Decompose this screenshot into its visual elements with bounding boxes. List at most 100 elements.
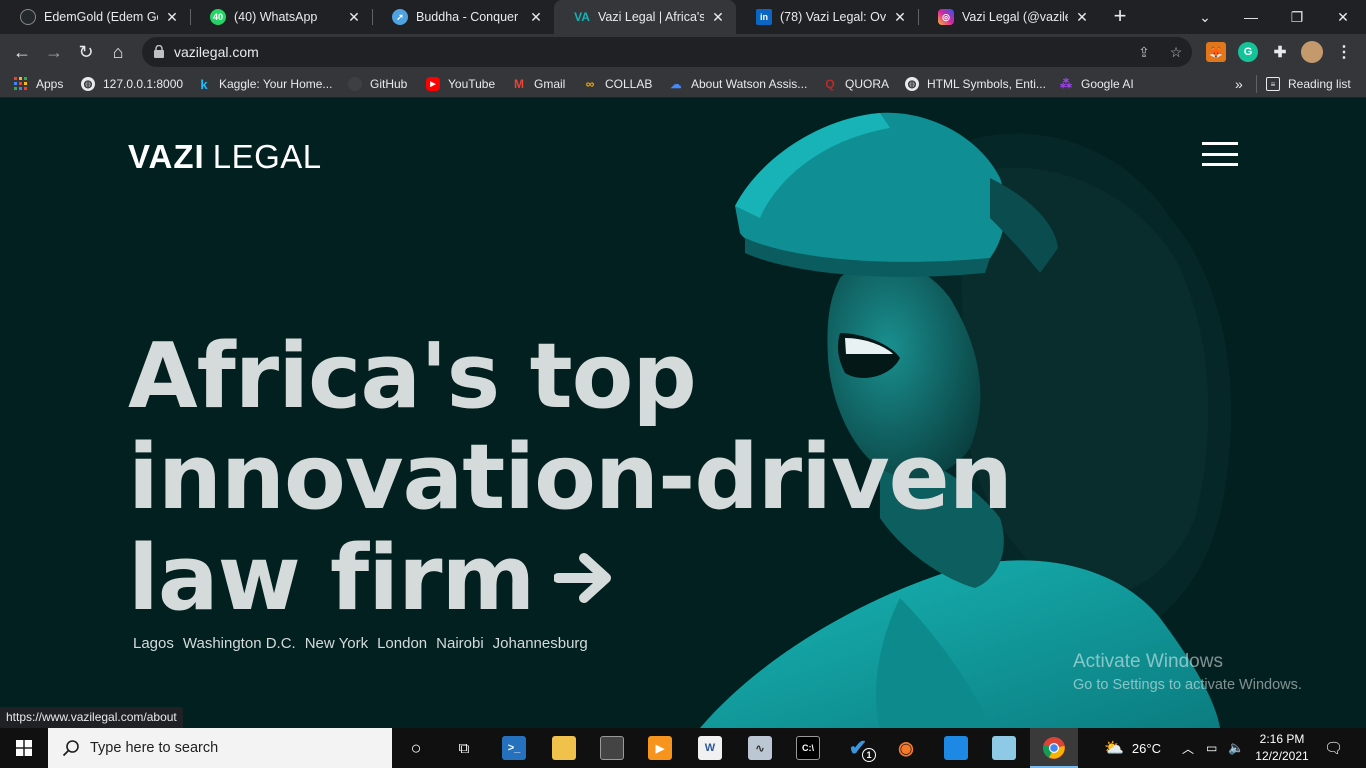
weather-widget[interactable]: ⛅ 26°C (1104, 728, 1161, 768)
city-link[interactable]: Johannesburg (493, 635, 588, 652)
bookmark-apps[interactable]: Apps (14, 75, 63, 93)
cortana-icon[interactable]: ○ (404, 736, 428, 760)
menu-kebab-icon[interactable]: ⋮ (1334, 42, 1354, 62)
forward-icon[interactable]: → (40, 38, 68, 66)
city-link[interactable]: Nairobi (436, 635, 484, 652)
tab-instagram[interactable]: ◎ Vazi Legal (@vazilegal) ✕ (918, 0, 1100, 34)
close-icon[interactable]: ✕ (528, 9, 544, 26)
address-bar[interactable]: vazilegal.com ⇪ ☆ (142, 37, 1192, 67)
whatsapp-icon: 40 (210, 9, 226, 25)
youtube-icon: ▶ (426, 77, 440, 91)
bookmark-google-ai[interactable]: ⁂ Google AI (1059, 75, 1134, 93)
bookmark-label: GitHub (370, 77, 408, 91)
blender-icon[interactable]: ◉ (894, 736, 918, 760)
file-explorer-icon[interactable] (552, 736, 576, 760)
back-icon[interactable]: ← (8, 38, 36, 66)
home-icon[interactable]: ⌂ (104, 38, 132, 66)
battery-icon[interactable]: ▭ (1206, 728, 1217, 768)
media-player-icon[interactable]: ▶ (648, 736, 672, 760)
vazi-legal-logo[interactable]: VAZI LEGAL (128, 139, 322, 175)
vazi-logo-icon: VA (574, 10, 590, 24)
bookmark-localhost[interactable]: ◍ 127.0.0.1:8000 (81, 75, 183, 93)
bookmark-star-icon[interactable]: ☆ (1168, 44, 1184, 60)
close-icon[interactable]: ✕ (710, 9, 726, 26)
tab-whatsapp[interactable]: 40 (40) WhatsApp ✕ (190, 0, 372, 34)
metamask-icon[interactable]: 🦊 (1206, 42, 1226, 62)
colab-icon: ∞ (585, 77, 595, 91)
bookmark-quora[interactable]: Q QUORA (823, 75, 889, 93)
bookmark-gmail[interactable]: M Gmail (512, 75, 565, 93)
activate-windows-watermark: Activate Windows Go to Settings to activ… (1073, 651, 1302, 693)
city-link[interactable]: London (377, 635, 427, 652)
extensions-puzzle-icon[interactable]: ✚ (1270, 42, 1290, 62)
link-status-bubble: https://www.vazilegal.com/about (0, 707, 183, 728)
tab-vazi-legal[interactable]: VA Vazi Legal | Africa's Top ✕ (554, 0, 736, 34)
volume-icon[interactable]: 🔈 (1228, 728, 1244, 768)
cmd-icon[interactable]: C:\ (796, 736, 820, 760)
activate-title: Activate Windows (1073, 651, 1223, 672)
bookmark-youtube[interactable]: ▶ YouTube (426, 75, 495, 93)
powershell-icon[interactable]: >_ (502, 736, 526, 760)
tab-title: (78) Vazi Legal: Overview (780, 10, 886, 24)
tab-github[interactable]: EdemGold (Edem Gold ✕ (0, 0, 190, 34)
tab-title: Vazi Legal (@vazilegal) (962, 10, 1068, 24)
bookmark-label: Gmail (534, 77, 566, 91)
word-icon[interactable]: W (698, 736, 722, 760)
new-tab-button[interactable]: + (1108, 5, 1132, 29)
close-icon[interactable]: ✕ (346, 9, 362, 26)
weather-temperature: 26°C (1131, 740, 1161, 756)
clock-time: 2:16 PM (1259, 732, 1305, 746)
taskbar-clock[interactable]: 2:16 PM 12/2/2021 (1250, 731, 1314, 765)
bookmark-watson[interactable]: ☁ About Watson Assis... (669, 75, 808, 93)
hamburger-menu-icon[interactable] (1202, 142, 1238, 166)
taskbar-search-box[interactable]: Type here to search (48, 728, 392, 768)
headline-line-3: law firm (128, 528, 1028, 629)
city-link[interactable]: Lagos (133, 635, 174, 652)
bookmark-html-symbols[interactable]: ◍ HTML Symbols, Enti... (905, 75, 1046, 93)
grammarly-icon[interactable]: G (1238, 42, 1258, 62)
terminal-window-icon[interactable] (600, 736, 624, 760)
headline-line-2: innovation-driven (128, 425, 1013, 530)
bookmark-label: About Watson Assis... (691, 77, 808, 91)
tab-search-chevron-icon[interactable]: ⌄ (1182, 0, 1228, 34)
city-link[interactable]: New York (305, 635, 368, 652)
chrome-taskbar-button[interactable] (1030, 728, 1078, 768)
close-window-button[interactable]: ✕ (1320, 0, 1366, 34)
bookmark-github[interactable]: GitHub (348, 75, 407, 93)
clock-date: 12/2/2021 (1255, 749, 1309, 763)
bookmarks-overflow-button[interactable]: » (1235, 75, 1243, 93)
close-icon[interactable]: ✕ (1074, 9, 1090, 26)
city-link[interactable]: Washington D.C. (183, 635, 296, 652)
close-icon[interactable]: ✕ (164, 9, 180, 26)
windows-logo-icon (16, 740, 32, 756)
restore-button[interactable]: ❐ (1274, 0, 1320, 34)
notepad-app-icon[interactable] (992, 736, 1016, 760)
minimize-button[interactable]: — (1228, 0, 1274, 34)
bookmark-label: Kaggle: Your Home... (219, 77, 333, 91)
task-manager-icon[interactable]: ∿ (748, 736, 772, 760)
tab-title: (40) WhatsApp (234, 10, 318, 24)
arrow-right-icon[interactable] (554, 552, 614, 604)
reading-list-button[interactable]: ≡ Reading list (1266, 75, 1351, 93)
bookmark-colab[interactable]: ∞ COLLAB (583, 75, 653, 93)
tab-linkedin[interactable]: in (78) Vazi Legal: Overview ✕ (736, 0, 918, 34)
task-view-icon[interactable]: ⧉ (452, 736, 476, 760)
url-text: vazilegal.com (174, 44, 259, 60)
notifications-icon[interactable]: 🗨 (1324, 728, 1343, 768)
headline-line-3-text: law firm (128, 526, 535, 631)
tray-chevron-up-icon[interactable]: ︿ (1182, 728, 1194, 768)
avatar[interactable] (1301, 41, 1323, 63)
bookmark-kaggle[interactable]: k Kaggle: Your Home... (197, 75, 332, 93)
close-icon[interactable]: ✕ (892, 9, 908, 26)
tab-title: EdemGold (Edem Gold (44, 10, 158, 24)
tab-title: Vazi Legal | Africa's Top (598, 10, 704, 24)
reload-icon[interactable]: ↻ (72, 38, 100, 66)
bookmark-label: Apps (36, 77, 64, 91)
remote-desktop-icon[interactable] (944, 736, 968, 760)
compass-icon: ➚ (392, 9, 408, 25)
search-placeholder: Type here to search (90, 740, 219, 756)
share-icon[interactable]: ⇪ (1136, 44, 1152, 60)
windows-start-button[interactable] (0, 728, 48, 768)
tab-buddha[interactable]: ➚ Buddha - Conquer Fear ✕ (372, 0, 554, 34)
weather-partly-cloudy-icon: ⛅ (1104, 740, 1124, 757)
